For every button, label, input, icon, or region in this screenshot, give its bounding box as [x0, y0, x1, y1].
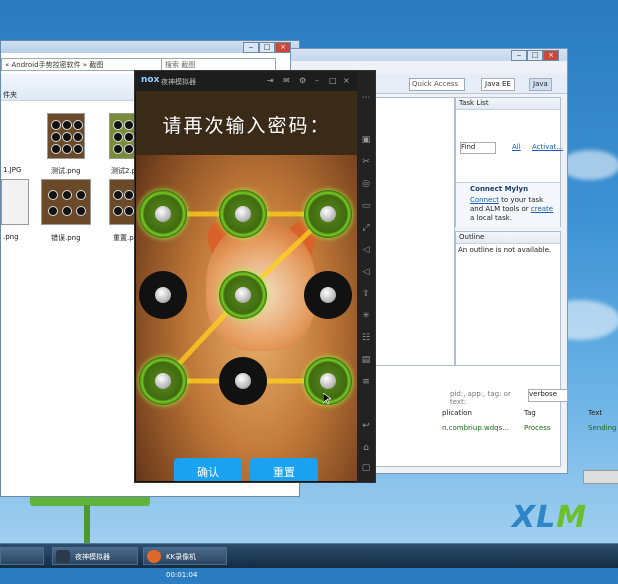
column-header: plication — [442, 409, 472, 417]
log-level-select[interactable]: verbose — [528, 389, 568, 402]
screenshot-icon[interactable]: ▣ — [361, 135, 371, 145]
macro-icon[interactable]: ≡ — [361, 377, 371, 387]
reset-button[interactable]: 重置 — [250, 458, 318, 481]
maximize-icon[interactable]: □ — [329, 76, 337, 85]
mail-icon[interactable]: ✉ — [283, 76, 290, 85]
fullscreen-icon[interactable]: ⤢ — [361, 223, 371, 233]
confirm-button[interactable]: 确认 — [174, 458, 242, 481]
task-list-view: Task List Find All Activat... Connect My… — [455, 97, 563, 227]
emulator-sidebar: ⋯ ▣ ✂ ◎ ▭ ⤢ ◁ ◁ ⇪ ✳ ☷ ▤ ≡ ↩ ⌂ ▢ — [357, 71, 375, 482]
location-icon[interactable]: ◎ — [361, 179, 371, 189]
emulator-title: 夜神模拟器 — [161, 78, 196, 86]
file-thumbnail[interactable] — [41, 179, 91, 225]
nav-pane-label: 件夹 — [3, 91, 17, 99]
task-list-title[interactable]: Task List — [456, 98, 560, 110]
log-cell[interactable]: n.combriup.wdqs... — [442, 424, 509, 432]
file-name[interactable]: 1.JPG — [3, 166, 21, 174]
maximize-button[interactable]: □ — [259, 42, 275, 53]
eclipse-titlebar: ‒ □ × — [291, 49, 567, 61]
nox-logo: nox — [141, 75, 160, 85]
create-link[interactable]: create — [531, 205, 553, 213]
install-apk-icon[interactable]: ⇪ — [361, 289, 371, 299]
connect-link[interactable]: Connect — [470, 196, 499, 204]
taskbar-item-emulator[interactable]: 夜神模拟器 — [52, 547, 138, 565]
android-emulator-window: nox 夜神模拟器 ⇥ ✉ ⚙ – □ × 请再次输入密码： 确认 重置 ⋯ ▣… — [134, 70, 376, 483]
task-all-link[interactable]: All — [512, 143, 521, 151]
emulator-titlebar: nox 夜神模拟器 ⇥ ✉ ⚙ – □ × — [135, 71, 357, 91]
taskbar-item-recorder[interactable]: KK录像机 00:01:04 — [143, 547, 227, 579]
outline-view: Outline An outline is not available. — [455, 231, 561, 367]
outline-title[interactable]: Outline — [456, 232, 560, 244]
record-icon[interactable]: ▤ — [361, 355, 371, 365]
task-activate-link[interactable]: Activat... — [532, 143, 563, 151]
cut-icon[interactable]: ✂ — [361, 157, 371, 167]
pattern-node-7[interactable] — [139, 357, 187, 405]
pattern-node-5[interactable] — [219, 271, 267, 319]
pattern-node-8[interactable] — [219, 357, 267, 405]
system-tray[interactable] — [583, 470, 618, 484]
minimize-icon[interactable]: – — [315, 76, 319, 85]
explorer-titlebar: ‒ □ × — [1, 41, 299, 53]
volume-down-icon[interactable]: ◁ — [361, 267, 371, 277]
keyboard-icon[interactable]: ▭ — [361, 201, 371, 211]
column-header: Text — [588, 409, 603, 417]
close-button[interactable]: × — [543, 50, 559, 61]
shake-icon[interactable]: ✳ — [361, 311, 371, 321]
close-button[interactable]: × — [275, 42, 291, 53]
android-screen: 请再次输入密码： 确认 重置 — [136, 91, 357, 481]
volume-up-icon[interactable]: ◁ — [361, 245, 371, 255]
multi-instance-icon[interactable]: ☷ — [361, 333, 371, 343]
minimize-button[interactable]: ‒ — [243, 42, 259, 53]
pin-icon[interactable]: ⇥ — [267, 76, 274, 85]
file-name[interactable]: .png — [3, 233, 19, 241]
maximize-button[interactable]: □ — [527, 50, 543, 61]
file-thumbnail[interactable] — [1, 179, 29, 225]
brand-logo: XLM — [512, 500, 588, 535]
quick-access-input[interactable]: Quick Access — [409, 78, 465, 91]
mouse-cursor-icon — [323, 393, 331, 405]
recorder-icon — [147, 550, 161, 563]
log-cell[interactable]: Process — [524, 424, 551, 432]
file-name[interactable]: 重置.p — [113, 233, 134, 243]
pattern-node-6[interactable] — [304, 271, 352, 319]
perspective-java-ee[interactable]: Java EE — [481, 78, 515, 91]
log-cell[interactable]: Sending — [588, 424, 616, 432]
more-icon[interactable]: ⋯ — [361, 93, 371, 103]
pattern-node-4[interactable] — [139, 271, 187, 319]
column-header: Tag — [524, 409, 536, 417]
outline-message: An outline is not available. — [458, 246, 552, 254]
perspective-java[interactable]: Java — [529, 78, 552, 91]
mylyn-title: Connect Mylyn — [470, 185, 529, 193]
taskbar: 夜神模拟器 KK录像机 00:01:04 — [0, 543, 618, 579]
file-thumbnail[interactable] — [47, 113, 85, 159]
mylyn-panel: Connect Mylyn Connect to your task and A… — [456, 182, 560, 227]
nox-icon — [56, 550, 70, 563]
pattern-node-1[interactable] — [139, 190, 187, 238]
mylyn-text: Connect to your task and ALM tools or cr… — [470, 196, 554, 222]
minimize-button[interactable]: ‒ — [511, 50, 527, 61]
recent-apps-icon[interactable]: ▢ — [361, 463, 371, 473]
desktop-cloud — [560, 150, 618, 180]
task-find-input[interactable]: Find — [460, 142, 496, 154]
pattern-node-3[interactable] — [304, 190, 352, 238]
back-icon[interactable]: ↩ — [361, 421, 371, 431]
logcat-filter-input[interactable]: pid:, app:, tag: or text: — [450, 390, 528, 406]
start-button[interactable] — [0, 547, 44, 565]
close-icon[interactable]: × — [343, 76, 350, 85]
pattern-node-2[interactable] — [219, 190, 267, 238]
file-name[interactable]: 测试.png — [51, 166, 81, 176]
logcat-view: pid:, app:, tag: or text: verbose plicat… — [361, 365, 616, 467]
file-name[interactable]: 错误.png — [51, 233, 81, 243]
desktop-decoration — [84, 505, 90, 545]
home-icon[interactable]: ⌂ — [361, 443, 371, 453]
settings-icon[interactable]: ⚙ — [299, 76, 306, 85]
